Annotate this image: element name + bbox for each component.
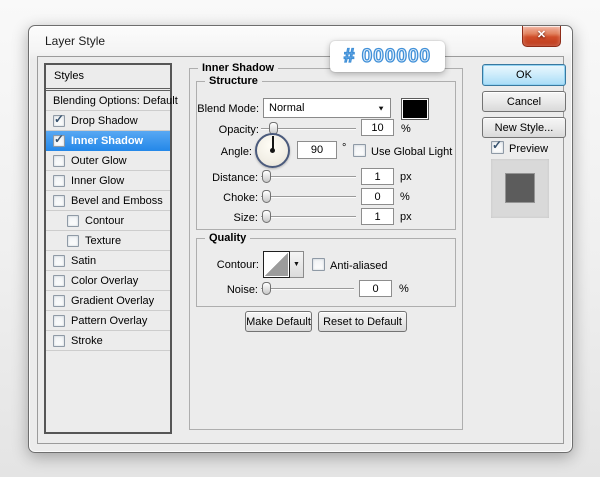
choke-label: Choke: — [223, 192, 258, 204]
use-global-light-label: Use Global Light — [371, 146, 453, 158]
layer-style-dialog: Layer Style ✕ Styles Blending Options: D… — [28, 25, 573, 453]
checkbox-icon[interactable]: ✓ — [67, 234, 79, 247]
size-unit: px — [400, 211, 412, 223]
title-bar[interactable]: Layer Style ✕ — [29, 26, 572, 56]
cancel-button[interactable]: Cancel — [482, 91, 566, 112]
opacity-label: Opacity: — [218, 124, 259, 136]
sidebar-item-texture[interactable]: ✓ Texture — [46, 231, 170, 251]
checkbox-icon[interactable]: ✓ — [53, 131, 65, 147]
preview-label: Preview — [509, 143, 549, 155]
sidebar-item-inner-glow[interactable]: ✓ Inner Glow — [46, 171, 170, 191]
sidebar-item-color-overlay[interactable]: ✓ Color Overlay — [46, 271, 170, 291]
choke-input[interactable] — [361, 188, 394, 205]
checkbox-icon[interactable]: ✓ — [53, 111, 65, 127]
blend-mode-value: Normal — [269, 102, 305, 114]
reset-to-default-button[interactable]: Reset to Default — [318, 311, 407, 332]
distance-unit: px — [400, 171, 412, 183]
quality-group: Quality — [196, 232, 456, 307]
noise-slider[interactable] — [261, 282, 354, 295]
checkbox-icon[interactable]: ✓ — [53, 334, 65, 347]
contour-dropdown-button[interactable]: ▼ — [290, 251, 304, 278]
sidebar-item-bevel-and-emboss[interactable]: ✓ Bevel and Emboss — [46, 191, 170, 211]
distance-input[interactable] — [361, 168, 394, 185]
anti-aliased-label: Anti-aliased — [330, 260, 388, 272]
preview-checkbox[interactable]: ✓ — [491, 138, 504, 154]
angle-unit: ° — [342, 142, 347, 154]
new-style-button[interactable]: New Style... — [482, 117, 566, 138]
checkbox-icon[interactable]: ✓ — [67, 214, 79, 227]
noise-input[interactable] — [359, 280, 392, 297]
quality-group-title: Quality — [205, 232, 251, 244]
color-value-tooltip: # 000000 — [330, 41, 445, 72]
checkbox-icon[interactable]: ✓ — [53, 194, 65, 207]
chevron-down-icon: ▼ — [377, 104, 385, 112]
shadow-color-swatch[interactable] — [401, 98, 429, 120]
contour-picker[interactable] — [263, 251, 290, 278]
choke-slider[interactable] — [261, 190, 356, 203]
ok-button[interactable]: OK — [482, 64, 566, 86]
dialog-content: Styles Blending Options: Default ✓ Drop … — [37, 56, 566, 444]
blend-mode-label: Blend Mode: — [197, 103, 259, 115]
distance-slider-thumb[interactable] — [262, 170, 271, 183]
checkbox-icon[interactable]: ✓ — [53, 174, 65, 187]
angle-dial[interactable] — [255, 133, 290, 168]
checkbox-icon[interactable]: ✓ — [53, 254, 65, 267]
style-preview-thumbnail — [491, 159, 549, 218]
chevron-down-icon: ▼ — [293, 261, 300, 268]
desktop-background: Layer Style ✕ Styles Blending Options: D… — [0, 0, 600, 477]
size-slider-thumb[interactable] — [262, 210, 271, 223]
check-icon: ✓ — [54, 131, 65, 146]
blend-mode-select[interactable]: Normal ▼ — [263, 98, 391, 118]
inner-shadow-group-title: Inner Shadow — [198, 62, 279, 74]
structure-group-title: Structure — [205, 75, 262, 87]
choke-slider-thumb[interactable] — [262, 190, 271, 203]
size-input[interactable] — [361, 208, 394, 225]
check-icon: ✓ — [492, 138, 503, 152]
slider-track — [261, 196, 356, 197]
make-default-button[interactable]: Make Default — [245, 311, 312, 332]
sidebar-item-stroke[interactable]: ✓ Stroke — [46, 331, 170, 351]
sidebar-item-contour[interactable]: ✓ Contour — [46, 211, 170, 231]
distance-slider[interactable] — [261, 170, 356, 183]
opacity-input[interactable] — [361, 119, 394, 136]
choke-unit: % — [400, 191, 410, 203]
angle-hub-icon — [270, 148, 275, 153]
sidebar-item-satin[interactable]: ✓ Satin — [46, 251, 170, 271]
styles-list: Styles Blending Options: Default ✓ Drop … — [44, 63, 178, 434]
style-preview-inner-square — [505, 173, 535, 203]
slider-track — [261, 176, 356, 177]
noise-slider-thumb[interactable] — [262, 282, 271, 295]
dialog-title: Layer Style — [45, 34, 106, 48]
size-label: Size: — [233, 212, 258, 224]
sidebar-item-pattern-overlay[interactable]: ✓ Pattern Overlay — [46, 311, 170, 331]
distance-label: Distance: — [212, 172, 258, 184]
noise-unit: % — [399, 283, 409, 295]
noise-label: Noise: — [226, 284, 258, 296]
anti-aliased-checkbox[interactable]: ✓ — [312, 258, 325, 271]
angle-input[interactable] — [297, 141, 337, 159]
angle-label: Angle: — [220, 146, 252, 158]
checkbox-icon[interactable]: ✓ — [53, 294, 65, 307]
slider-track — [261, 216, 356, 217]
close-icon: ✕ — [536, 29, 547, 41]
contour-label: Contour: — [216, 259, 259, 271]
sidebar-item-blending-options[interactable]: Blending Options: Default — [46, 91, 178, 111]
sidebar-item-drop-shadow[interactable]: ✓ Drop Shadow — [46, 111, 170, 131]
color-value-text: # 000000 — [343, 45, 432, 67]
use-global-light-checkbox[interactable]: ✓ — [353, 144, 366, 157]
check-icon: ✓ — [54, 111, 65, 126]
size-slider[interactable] — [261, 210, 356, 223]
checkbox-icon[interactable]: ✓ — [53, 154, 65, 167]
checkbox-icon[interactable]: ✓ — [53, 274, 65, 287]
checkbox-icon[interactable]: ✓ — [53, 314, 65, 327]
opacity-unit: % — [401, 123, 411, 135]
slider-track — [261, 288, 354, 289]
styles-list-header: Styles — [46, 65, 170, 91]
close-button[interactable]: ✕ — [522, 26, 561, 47]
sidebar-item-gradient-overlay[interactable]: ✓ Gradient Overlay — [46, 291, 170, 311]
